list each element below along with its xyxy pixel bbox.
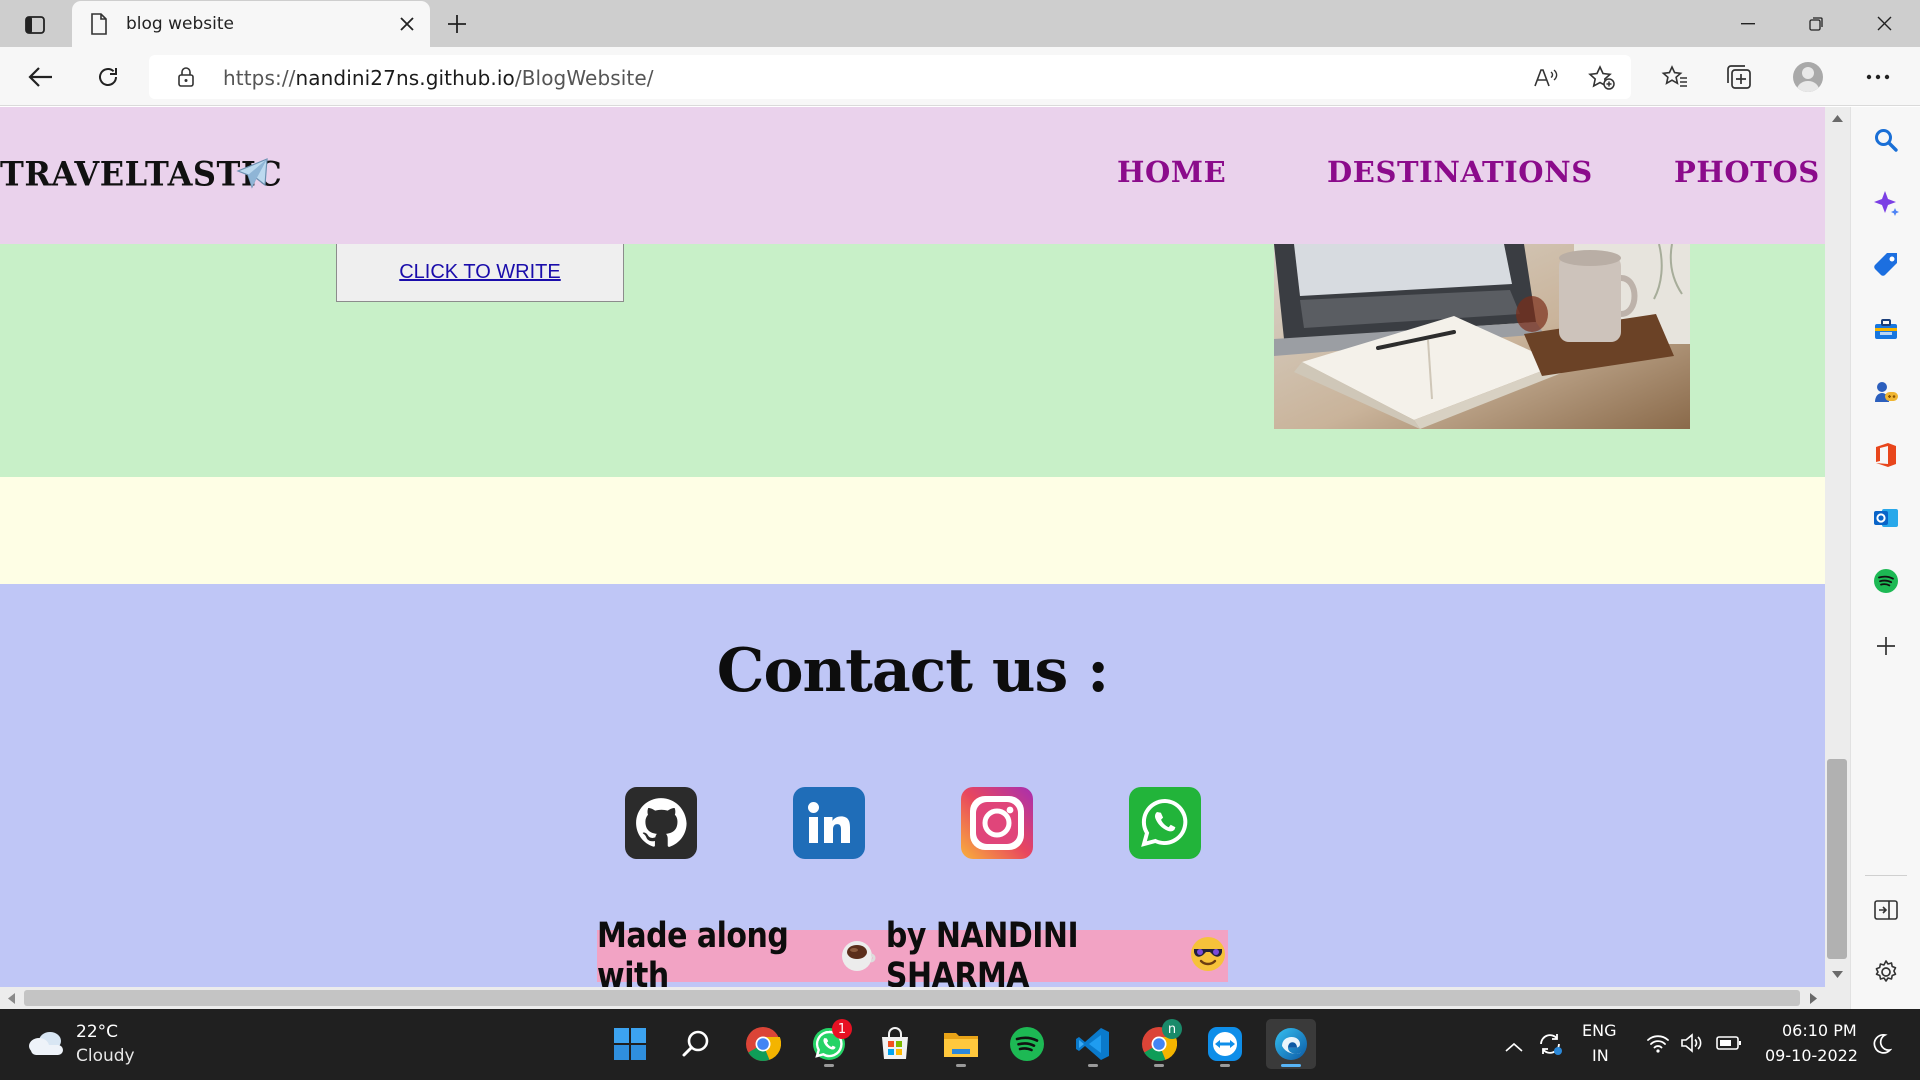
- add-sidebar-app-icon[interactable]: [1869, 629, 1903, 663]
- contact-heading: Contact us :: [716, 636, 1110, 706]
- coffee-cup-icon: [838, 935, 876, 977]
- write-button[interactable]: CLICK TO WRITE: [336, 244, 624, 302]
- airplane-icon: [234, 155, 272, 197]
- hide-sidebar-icon[interactable]: [1869, 893, 1903, 927]
- spotify-app-icon[interactable]: [1002, 1019, 1052, 1069]
- spotify-icon[interactable]: [1869, 564, 1903, 598]
- battery-icon[interactable]: [1716, 1035, 1742, 1055]
- more-options-icon[interactable]: [1860, 59, 1896, 95]
- site-header: TRAVELTASTIC HOME DESTINATIONS PHOTOS: [0, 107, 1825, 244]
- scroll-left-icon: [8, 993, 15, 1004]
- tab-title: blog website: [126, 14, 234, 34]
- profile-avatar[interactable]: [1790, 59, 1826, 95]
- browser-tab-active[interactable]: blog website: [72, 1, 430, 47]
- cloudy-weather-icon[interactable]: [26, 1029, 66, 1061]
- url-text: https://nandini27ns.github.io/BlogWebsit…: [223, 66, 654, 90]
- whatsapp-notification-badge: 1: [832, 1019, 852, 1039]
- edge-icon[interactable]: [1266, 1019, 1316, 1069]
- contact-section: Contact us : Made along with by NANDINI …: [0, 584, 1825, 987]
- sidebar-divider: [1865, 875, 1907, 876]
- refresh-icon[interactable]: [91, 60, 125, 94]
- vertical-scrollbar[interactable]: [1825, 107, 1850, 1009]
- tools-briefcase-icon[interactable]: [1869, 312, 1903, 346]
- horizontal-scrollbar[interactable]: [0, 987, 1825, 1009]
- scroll-up-icon: [1832, 115, 1843, 122]
- browser-toolbar: https://nandini27ns.github.io/BlogWebsit…: [0, 47, 1920, 106]
- write-blog-section: CLICK TO WRITE: [0, 244, 1825, 477]
- minimize-icon[interactable]: [1714, 0, 1782, 47]
- linkedin-icon[interactable]: [793, 787, 865, 859]
- microsoft-store-icon[interactable]: [870, 1019, 920, 1069]
- address-bar[interactable]: https://nandini27ns.github.io/BlogWebsit…: [149, 55, 1631, 99]
- collections-icon[interactable]: [1721, 59, 1757, 95]
- page-icon: [90, 13, 108, 39]
- games-icon[interactable]: [1869, 375, 1903, 409]
- chrome-profile-badge: n: [1162, 1019, 1182, 1039]
- vertical-scroll-thumb[interactable]: [1827, 759, 1847, 959]
- outlook-icon[interactable]: [1869, 501, 1903, 535]
- search-icon[interactable]: [1869, 123, 1903, 157]
- nav-destinations[interactable]: DESTINATIONS: [1327, 155, 1593, 189]
- click-to-write-link[interactable]: CLICK TO WRITE: [399, 261, 561, 284]
- made-by-name: by NANDINI SHARMA: [885, 915, 1079, 987]
- new-tab-icon[interactable]: [442, 9, 472, 39]
- weather-temperature[interactable]: 22°C: [76, 1022, 118, 1042]
- tab-actions-icon[interactable]: [20, 10, 50, 40]
- nav-photos[interactable]: PHOTOS: [1674, 155, 1820, 189]
- back-arrow-icon[interactable]: [24, 60, 58, 94]
- shopping-tag-icon[interactable]: [1869, 248, 1903, 282]
- wifi-icon[interactable]: [1646, 1033, 1670, 1057]
- chrome-icon[interactable]: [738, 1019, 788, 1069]
- scroll-right-icon: [1810, 993, 1817, 1004]
- cool-emoji-icon: [1188, 934, 1228, 978]
- edge-sidebar: [1850, 107, 1920, 1009]
- show-hidden-icons-chevron-icon[interactable]: [1505, 1037, 1523, 1056]
- instagram-icon[interactable]: [961, 787, 1033, 859]
- made-by-banner: Made along with by NANDINI SHARMA: [597, 916, 1228, 987]
- taskbar-search-icon[interactable]: [672, 1019, 722, 1069]
- made-along-with-text: Made along with: [597, 915, 789, 987]
- scroll-down-icon: [1832, 971, 1843, 978]
- running-indicator-active: [1281, 1064, 1301, 1067]
- volume-icon[interactable]: [1680, 1033, 1704, 1057]
- sync-status-icon[interactable]: [1537, 1031, 1565, 1061]
- running-indicator: [1088, 1064, 1098, 1067]
- read-aloud-icon[interactable]: [1531, 63, 1561, 93]
- running-indicator: [1154, 1064, 1164, 1067]
- windows-taskbar: 22°C Cloudy 1 n ENG IN 06:10 PM 09-10-20…: [0, 1009, 1920, 1080]
- teamviewer-icon[interactable]: [1200, 1019, 1250, 1069]
- horizontal-scroll-thumb[interactable]: [24, 990, 1800, 1006]
- clock-time[interactable]: 06:10 PM: [1782, 1021, 1857, 1040]
- weather-condition[interactable]: Cloudy: [76, 1046, 135, 1066]
- close-tab-icon[interactable]: [394, 11, 420, 37]
- start-windows-icon[interactable]: [605, 1019, 655, 1069]
- close-window-icon[interactable]: [1850, 0, 1918, 47]
- favorites-icon[interactable]: [1657, 59, 1693, 95]
- running-indicator: [956, 1064, 966, 1067]
- github-icon[interactable]: [625, 787, 697, 859]
- file-explorer-icon[interactable]: [936, 1019, 986, 1069]
- whatsapp-icon[interactable]: [1129, 787, 1201, 859]
- browser-tab-bar: blog website: [0, 0, 1920, 47]
- vscode-icon[interactable]: [1068, 1019, 1118, 1069]
- sidebar-settings-gear-icon[interactable]: [1869, 955, 1903, 989]
- clock-date[interactable]: 09-10-2022: [1765, 1046, 1858, 1065]
- input-language[interactable]: ENG: [1582, 1021, 1616, 1040]
- blank-section: [0, 477, 1825, 584]
- nav-home[interactable]: HOME: [1117, 155, 1226, 189]
- whatsapp-app-icon[interactable]: 1: [804, 1019, 854, 1069]
- page-viewport: TRAVELTASTIC HOME DESTINATIONS PHOTOS CL…: [0, 107, 1825, 1009]
- lock-icon[interactable]: [177, 67, 195, 91]
- web-page: TRAVELTASTIC HOME DESTINATIONS PHOTOS CL…: [0, 107, 1825, 987]
- running-indicator: [1220, 1064, 1230, 1067]
- laptop-notebook-photo: [1274, 244, 1690, 429]
- add-favorite-icon[interactable]: [1587, 63, 1617, 93]
- focus-moon-icon[interactable]: [1872, 1033, 1893, 1059]
- discover-sparkle-icon[interactable]: [1869, 186, 1903, 220]
- chrome-profile-icon[interactable]: n: [1134, 1019, 1184, 1069]
- input-region[interactable]: IN: [1592, 1046, 1609, 1065]
- restore-icon[interactable]: [1782, 0, 1850, 47]
- office-icon[interactable]: [1869, 438, 1903, 472]
- running-indicator: [824, 1064, 834, 1067]
